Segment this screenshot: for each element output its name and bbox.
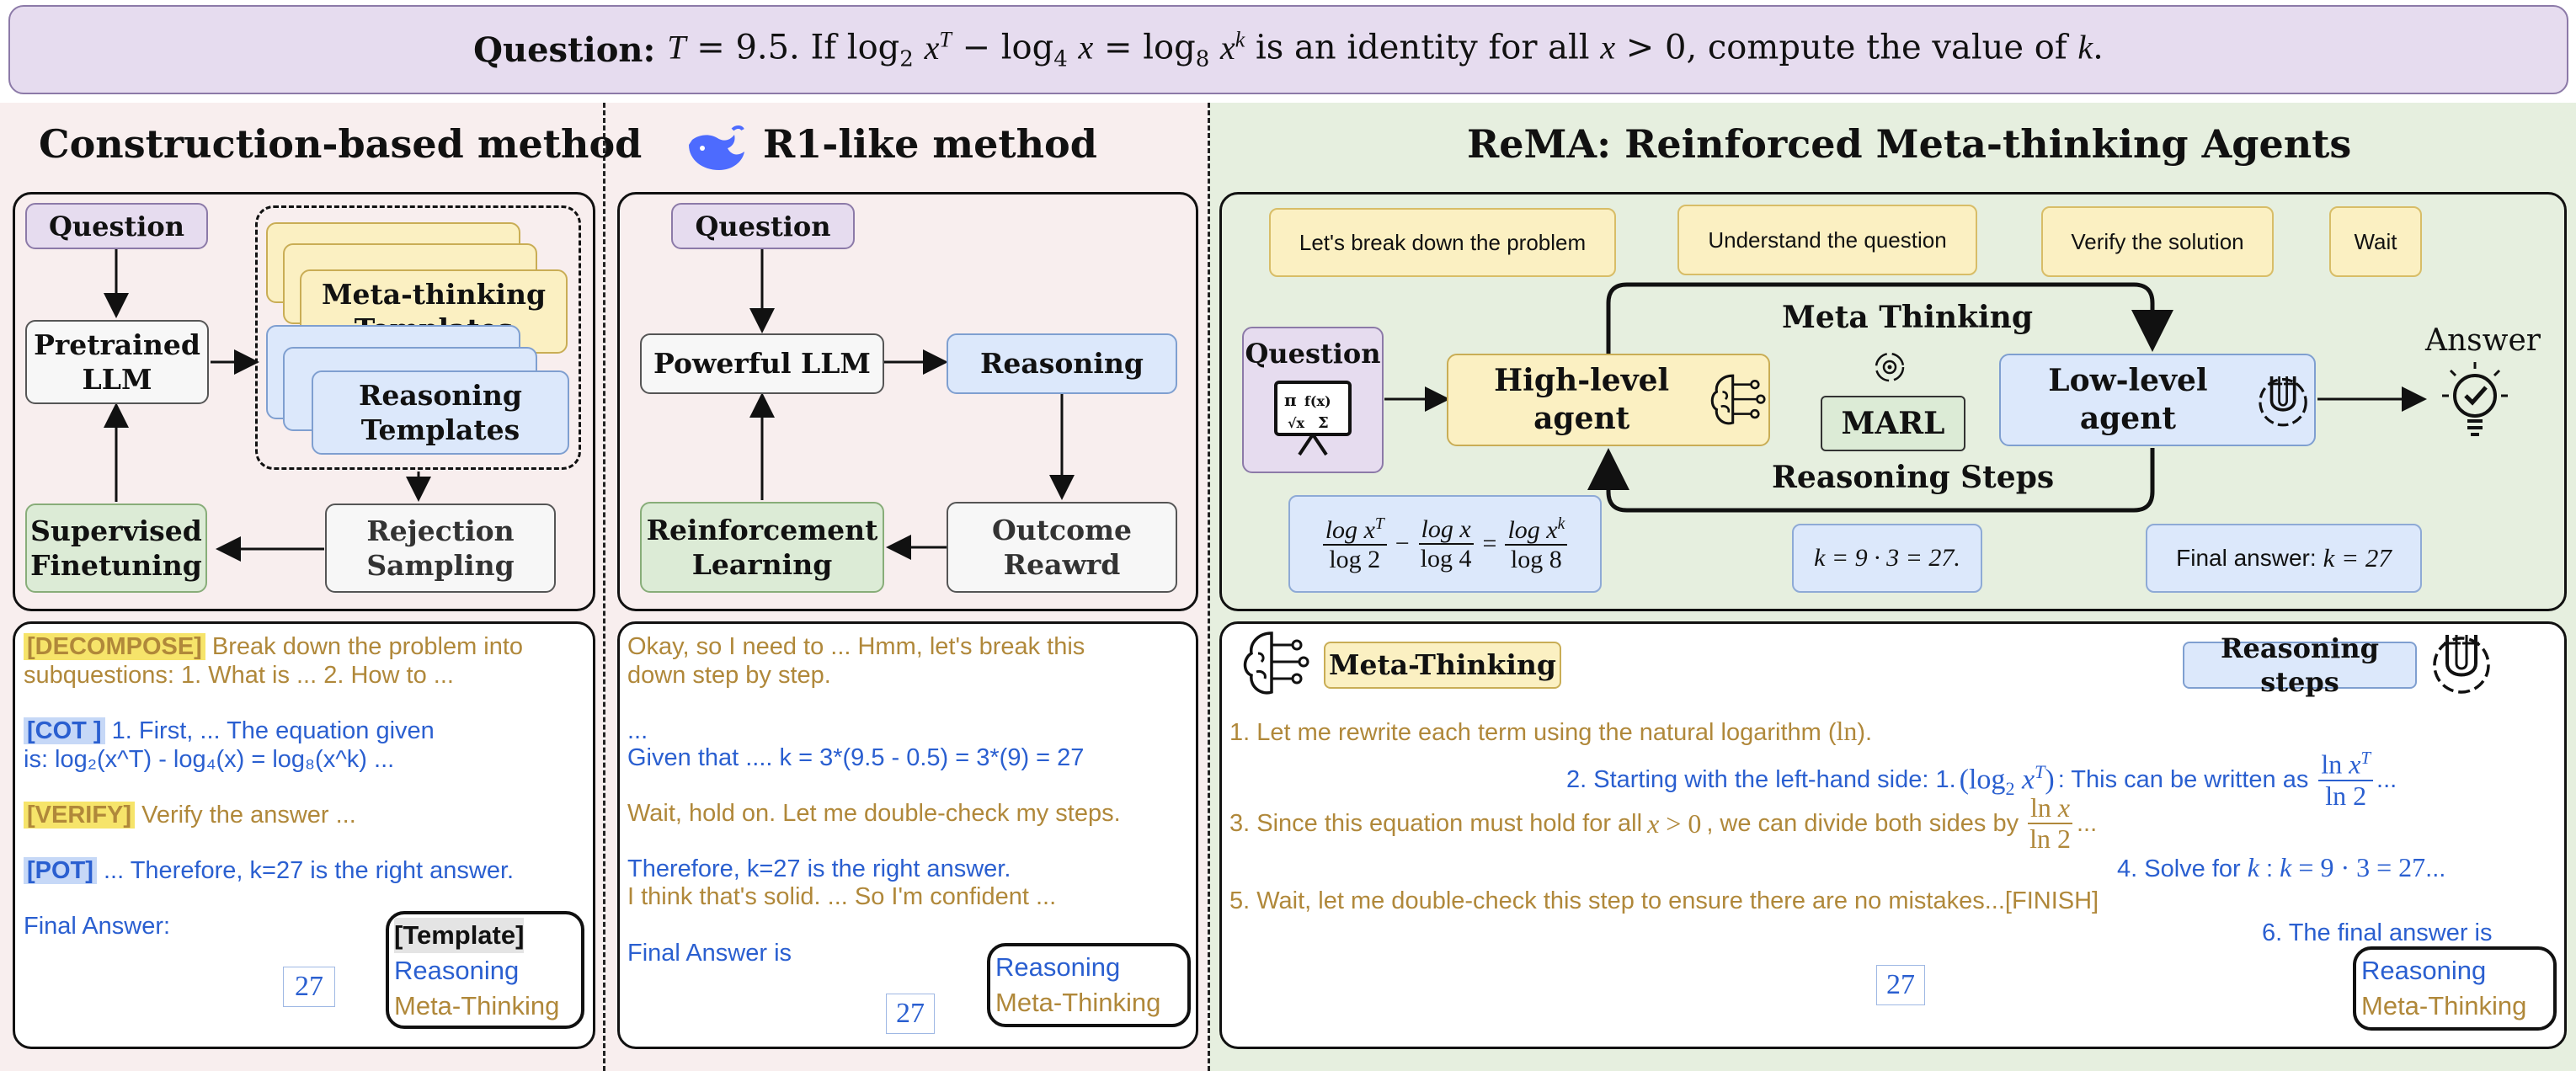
rema-answer: 27 (1876, 965, 1925, 1005)
rema-step5: 5. Wait, let me double-check this step t… (1229, 887, 2099, 914)
r1-line4: Given that .... k = 3*(9.5 - 0.5) = 3*(9… (627, 744, 1085, 771)
gear-sync-icon (1875, 352, 1905, 382)
marl-node: MARL (1821, 396, 1965, 451)
meta-thinking-tag: Meta-Thinking (1324, 642, 1561, 689)
low-level-agent-node: Low-level agent (1999, 354, 2316, 446)
r1-line5: Wait, hold on. Let me double-check my st… (627, 800, 1121, 827)
c-line1b: subquestions: 1. What is ... 2. How to .… (24, 662, 454, 689)
svg-text:Σ: Σ (1318, 414, 1329, 432)
rema-question-node: Question π f(x) √x Σ (1242, 327, 1384, 473)
low-level-agent-label: Low-level agent (2048, 363, 2208, 436)
magnet-gear-icon-2 (2433, 635, 2490, 694)
r1-legend-meta: Meta-Thinking (995, 987, 1161, 1017)
final-answer-math: k = 27 (2323, 543, 2392, 573)
middle-step-box: k = 9 · 3 = 27. (1792, 524, 1982, 593)
r1-line6: Therefore, k=27 is the right answer. (627, 855, 1011, 882)
c-answer: 27 (283, 967, 335, 1007)
rema-step3: 3. Since this equation must hold for all… (1229, 792, 2098, 855)
whiteboard-icon: π f(x) √x Σ (1274, 381, 1352, 456)
high-level-agent-node: High-level agent (1447, 354, 1770, 446)
c-legend-meta: Meta-Thinking (394, 990, 560, 1020)
outcome-reward-node: Outcome Reawrd (947, 502, 1177, 593)
supervised-finetuning-node: Supervised Finetuning (25, 504, 207, 593)
r1-reasoning-node: Reasoning (947, 333, 1177, 394)
rema-legend: Reasoning Meta-Thinking (2353, 946, 2557, 1031)
lightbulb-check-icon (2442, 362, 2508, 436)
rema-step1: 1. Let me rewrite each term using the na… (1229, 716, 1873, 746)
r1-line2: down step by step. (627, 662, 831, 689)
c-line1: [DECOMPOSE] Break down the problem into (24, 633, 523, 661)
rema-step6: 6. The final answer is (2262, 919, 2493, 946)
reasoning-templates-node: Reasoning Templates (312, 370, 569, 455)
c-line2: [COT ] 1. First, ... The equation given (24, 717, 435, 745)
reinforcement-learning-node: Reinforcement Learning (640, 502, 884, 593)
brain-icon (1243, 631, 1309, 695)
r1-answer: 27 (886, 994, 935, 1034)
c-legend: [Template] Reasoning Meta-Thinking (386, 911, 584, 1029)
reasoning-steps-tag: Reasoning steps (2183, 632, 2417, 698)
meta-thinking-label: Meta Thinking (1782, 300, 2034, 335)
svg-text:f(x): f(x) (1304, 393, 1331, 409)
rema-legend-meta: Meta-Thinking (2361, 990, 2527, 1020)
r1-question-node: Question (671, 203, 855, 249)
rejection-sampling-node: Rejection Sampling (325, 504, 556, 593)
r1-final-label: Final Answer is (627, 940, 792, 967)
c-legend-reasoning: Reasoning (394, 955, 520, 985)
r1-line3: ... (627, 717, 648, 744)
reasoning-steps-label: Reasoning Steps (1772, 460, 2055, 495)
high-level-agent-label: High-level agent (1494, 363, 1670, 436)
c-line2b: is: log₂(x^T) - log₄(x) = log₈(x^k) ... (24, 746, 395, 773)
r1-line1: Okay, so I need to ... Hmm, let's break … (627, 633, 1085, 660)
rema-legend-reasoning: Reasoning (2361, 956, 2487, 985)
question-node: Question (25, 203, 208, 249)
final-answer-label: Final answer: (2176, 545, 2317, 571)
pretrained-llm-node: Pretrained LLM (25, 320, 209, 404)
answer-label: Answer (2425, 323, 2541, 358)
c-final-label: Final Answer: (24, 913, 171, 940)
rema-question-label: Question (1245, 338, 1381, 370)
magnet-gear-icon (2259, 376, 2307, 427)
c-line4: [POT] ... Therefore, k=27 is the right a… (24, 857, 514, 885)
log-equation-box: log xT log 2 − log x log 4 = log xk log 8 (1288, 495, 1602, 593)
r1-legend: Reasoning Meta-Thinking (987, 943, 1191, 1027)
r1-line7: I think that's solid. ... So I'm confide… (627, 883, 1057, 910)
svg-text:√x: √x (1288, 415, 1305, 431)
c-legend-template: [Template] (394, 918, 525, 953)
svg-text:π: π (1284, 390, 1297, 410)
brain-circuit-icon (1711, 374, 1766, 425)
powerful-llm-node: Powerful LLM (640, 333, 884, 394)
c-line3: [VERIFY] Verify the answer ... (24, 802, 356, 829)
rema-step4: 4. Solve for k : k = 9 · 3 = 27... (2117, 852, 2446, 882)
final-answer-box: Final answer: k = 27 (2146, 524, 2422, 593)
r1-legend-reasoning: Reasoning (995, 952, 1121, 982)
